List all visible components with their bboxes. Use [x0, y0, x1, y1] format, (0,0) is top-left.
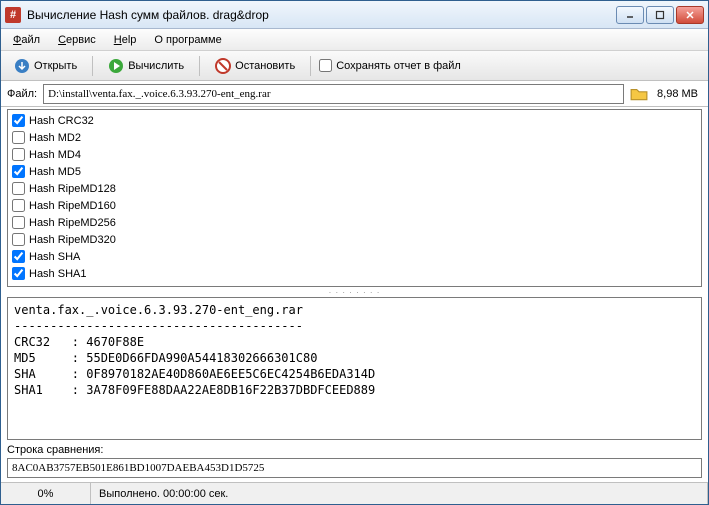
compute-label: Вычислить — [128, 60, 184, 72]
file-bar: Файл: 8,98 MB — [1, 81, 708, 107]
hash-row[interactable]: Hash SHA — [12, 248, 697, 265]
stop-label: Остановить — [235, 60, 295, 72]
app-icon: # — [5, 7, 21, 23]
file-path-input[interactable] — [43, 84, 624, 104]
hash-row[interactable]: Hash MD4 — [12, 146, 697, 163]
hash-checkbox[interactable] — [12, 250, 25, 263]
toolbar: Открыть Вычислить Остановить Сохранять о… — [1, 51, 708, 81]
hash-row[interactable]: Hash MD2 — [12, 129, 697, 146]
hash-checkbox[interactable] — [12, 233, 25, 246]
hash-checkbox[interactable] — [12, 216, 25, 229]
compare-bar: Строка сравнения: — [1, 442, 708, 482]
statusbar: 0% Выполнено. 00:00:00 сек. — [1, 482, 708, 504]
titlebar[interactable]: # Вычисление Hash сумм файлов. drag&drop — [1, 1, 708, 29]
hash-checkbox[interactable] — [12, 267, 25, 280]
save-report-checkbox[interactable]: Сохранять отчет в файл — [319, 59, 461, 72]
play-icon — [108, 58, 124, 74]
stop-button[interactable]: Остановить — [208, 55, 302, 77]
compute-button[interactable]: Вычислить — [101, 55, 191, 77]
compare-input[interactable] — [7, 458, 702, 478]
hash-row[interactable]: Hash RipeMD320 — [12, 231, 697, 248]
menu-service[interactable]: Сервис — [50, 32, 104, 48]
hash-row[interactable]: Hash CRC32 — [12, 112, 697, 129]
menu-help[interactable]: Help — [106, 32, 145, 48]
splitter[interactable]: · · · · · · · · — [7, 287, 702, 297]
stop-icon — [215, 58, 231, 74]
folder-icon[interactable] — [630, 86, 648, 102]
hash-label: Hash RipeMD128 — [29, 183, 116, 195]
separator — [199, 56, 200, 76]
hash-label: Hash MD2 — [29, 132, 81, 144]
hash-list[interactable]: Hash CRC32 Hash MD2 Hash MD4 Hash MD5 Hash R… — [7, 109, 702, 287]
hash-label: Hash RipeMD160 — [29, 200, 116, 212]
hash-row[interactable]: Hash MD5 — [12, 163, 697, 180]
open-button[interactable]: Открыть — [7, 55, 84, 77]
hash-checkbox[interactable] — [12, 182, 25, 195]
hash-checkbox[interactable] — [12, 199, 25, 212]
hash-checkbox[interactable] — [12, 165, 25, 178]
save-report-label: Сохранять отчет в файл — [336, 60, 461, 72]
hash-label: Hash SHA1 — [29, 268, 86, 280]
hash-checkbox[interactable] — [12, 148, 25, 161]
menubar: Файл Сервис Help О программе — [1, 29, 708, 51]
menu-file[interactable]: Файл — [5, 32, 48, 48]
hash-label: Hash CRC32 — [29, 115, 94, 127]
hash-label: Hash RipeMD320 — [29, 234, 116, 246]
status-percent: 0% — [1, 483, 91, 504]
window-title: Вычисление Hash сумм файлов. drag&drop — [27, 8, 616, 22]
open-icon — [14, 58, 30, 74]
compare-label: Строка сравнения: — [7, 444, 702, 456]
separator — [310, 56, 311, 76]
status-text: Выполнено. 00:00:00 сек. — [91, 483, 708, 504]
hash-checkbox[interactable] — [12, 114, 25, 127]
app-window: # Вычисление Hash сумм файлов. drag&drop… — [0, 0, 709, 505]
file-size: 8,98 MB — [654, 88, 702, 100]
save-report-input[interactable] — [319, 59, 332, 72]
hash-label: Hash MD4 — [29, 149, 81, 161]
close-button[interactable] — [676, 6, 704, 24]
hash-checkbox[interactable] — [12, 131, 25, 144]
hash-label: Hash MD5 — [29, 166, 81, 178]
minimize-button[interactable] — [616, 6, 644, 24]
maximize-button[interactable] — [646, 6, 674, 24]
hash-row[interactable]: Hash SHA1 — [12, 265, 697, 282]
hash-label: Hash RipeMD256 — [29, 217, 116, 229]
hash-row[interactable]: Hash RipeMD160 — [12, 197, 697, 214]
hash-label: Hash SHA — [29, 251, 80, 263]
menu-about[interactable]: О программе — [146, 32, 229, 48]
file-label: Файл: — [7, 88, 37, 100]
separator — [92, 56, 93, 76]
open-label: Открыть — [34, 60, 77, 72]
output-pane[interactable]: venta.fax._.voice.6.3.93.270-ent_eng.rar… — [7, 297, 702, 440]
hash-row[interactable]: Hash RipeMD128 — [12, 180, 697, 197]
hash-row[interactable]: Hash RipeMD256 — [12, 214, 697, 231]
